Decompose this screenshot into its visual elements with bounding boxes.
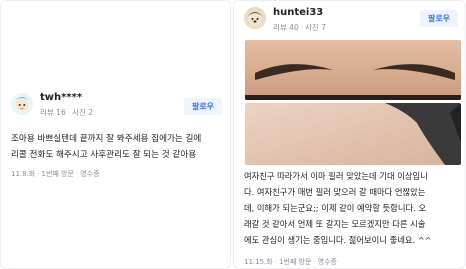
review-count: 리뷰 16 bbox=[40, 108, 66, 117]
review-photo-forehead-2[interactable] bbox=[245, 103, 461, 165]
separator: · bbox=[37, 170, 40, 178]
visit-count: 1번째 방문 bbox=[278, 258, 312, 266]
follow-button[interactable]: 팔로우 bbox=[184, 98, 222, 115]
separator: · bbox=[274, 258, 277, 266]
review-text: 여자친구 따라가서 이마 필러 맞았는데 기대 이상입니 다. 여자친구가 매번… bbox=[244, 168, 464, 248]
cartoon-avatar-icon[interactable] bbox=[11, 93, 33, 115]
visit-count: 1번째 방문 bbox=[41, 170, 74, 178]
review-photo-forehead-1[interactable] bbox=[245, 40, 461, 100]
review-count: 리뷰 40 bbox=[273, 23, 299, 32]
separator: · bbox=[300, 23, 304, 32]
visit-date: 11.8.화 bbox=[11, 170, 36, 178]
separator: · bbox=[67, 108, 71, 117]
review-footer: 11.15.화 · 1번째 방문 · 영수증 bbox=[244, 257, 337, 267]
review-text-line: 조아용 바쁘실텐데 끝까지 잘 봐주세용 집에가는 길에 bbox=[11, 134, 202, 144]
review-text-line: 래갈 것 같아서 언제 또 갈지는 모르겠지만 다른 시술 bbox=[244, 219, 426, 229]
visit-date: 11.15.화 bbox=[244, 258, 273, 266]
review-text-line: 데, 이해가 되는군요;; 이제 같이 예약할 듯합니다. 오 bbox=[244, 203, 426, 213]
separator: · bbox=[75, 170, 79, 178]
review-text: 조아용 바쁘실텐데 끝까지 잘 봐주세용 집에가는 길에 리콜 전화도 해주시고… bbox=[11, 131, 225, 163]
review-footer: 11.8.화 · 1번째 방문 · 영수증 bbox=[11, 169, 100, 179]
profile-photo[interactable] bbox=[244, 7, 266, 29]
receipt-label: 영수증 bbox=[317, 258, 337, 266]
reviewer-name[interactable]: huntei33 bbox=[273, 7, 323, 18]
photo-count: 사진 7 bbox=[305, 23, 327, 32]
review-text-line: 다. 여자친구가 매번 필러 맞으러 갈 때마다 언짢았는 bbox=[244, 187, 426, 197]
reviewer-stats: 리뷰 16 · 사진 2 bbox=[40, 107, 93, 118]
review-card: huntei33 리뷰 40 · 사진 7 팔로우 여자친구 따라가서 이마 필… bbox=[233, 0, 466, 269]
review-card: twh**** 리뷰 16 · 사진 2 팔로우 조아용 바쁘실텐데 끝까지 잘 봐… bbox=[0, 0, 231, 269]
receipt-label: 영수증 bbox=[80, 170, 100, 178]
review-text-line: 여자친구 따라가서 이마 필러 맞았는데 기대 이상입니 bbox=[244, 171, 428, 181]
review-text-line: 에도 관심이 생기는 중입니다. 젊어보이니 좋네요. ^^ bbox=[244, 235, 432, 245]
photo-count: 사진 2 bbox=[72, 108, 94, 117]
reviewer-name[interactable]: twh**** bbox=[40, 92, 82, 103]
separator: · bbox=[313, 258, 316, 266]
follow-button[interactable]: 팔로우 bbox=[420, 10, 458, 27]
reviewer-stats: 리뷰 40 · 사진 7 bbox=[273, 22, 326, 33]
review-text-line: 리콜 전화도 해주시고 사후관리도 잘 되는 것 같아용 bbox=[11, 150, 197, 160]
